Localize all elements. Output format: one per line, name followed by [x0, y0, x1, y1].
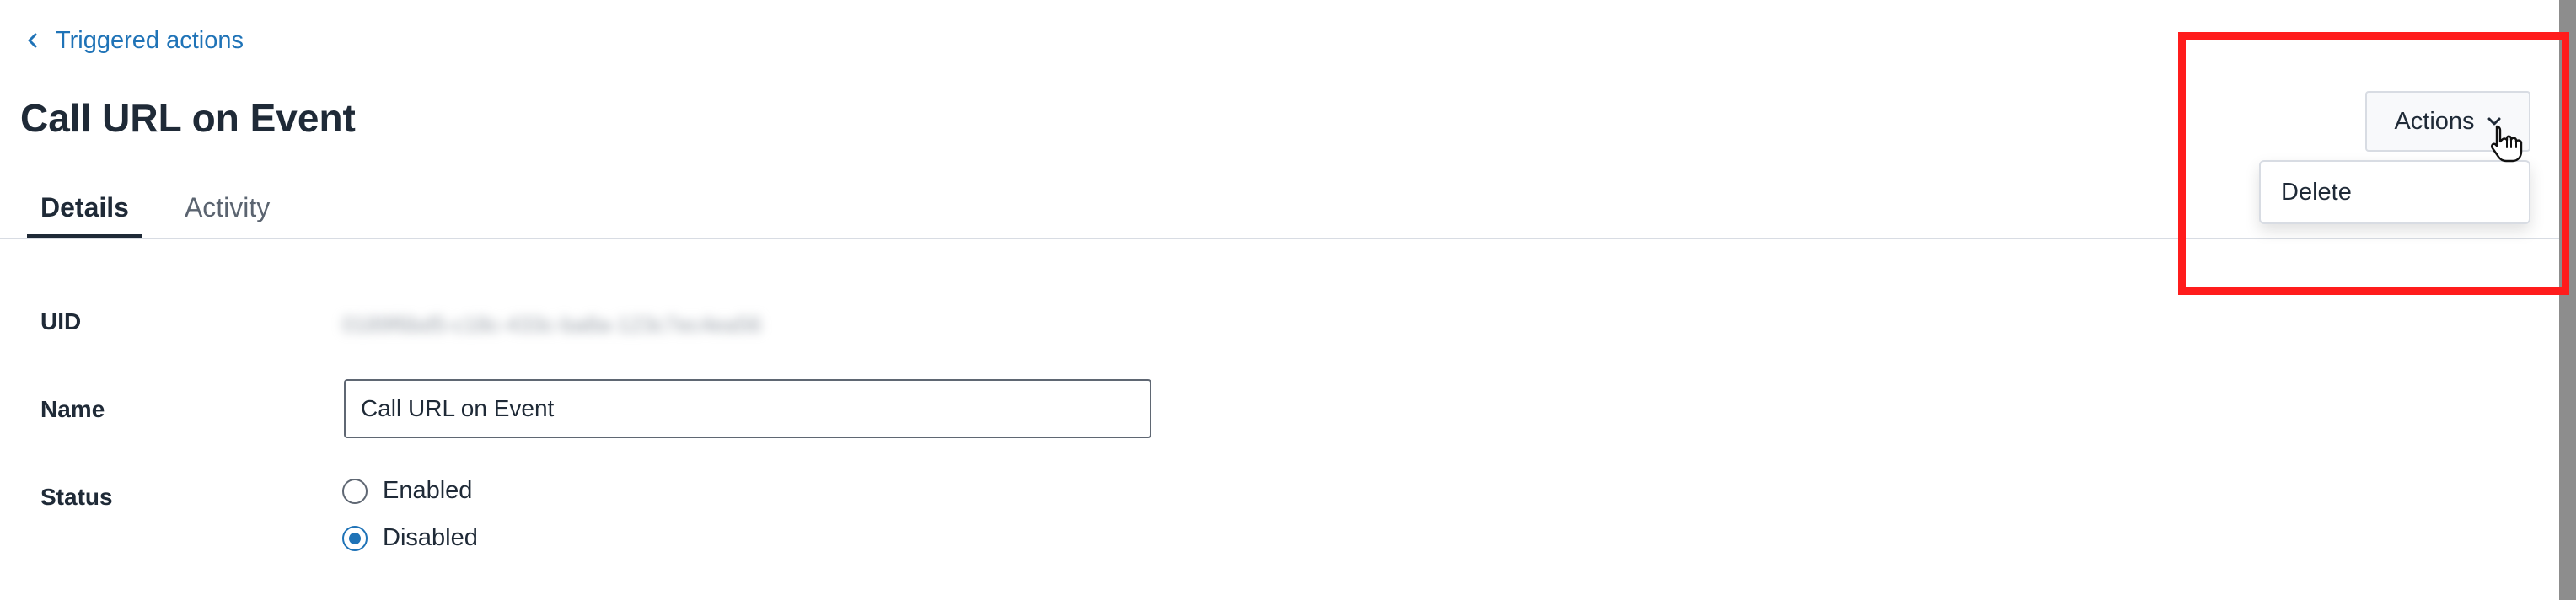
name-input[interactable]: [344, 379, 1151, 438]
tab-details[interactable]: Details: [27, 177, 142, 238]
radio-icon[interactable]: [342, 525, 368, 551]
status-disabled-label: Disabled: [383, 524, 478, 551]
back-link[interactable]: Triggered actions: [25, 24, 244, 57]
tab-divider: [0, 238, 2559, 239]
uid-label: UID: [40, 308, 82, 335]
status-enabled-label: Enabled: [383, 477, 473, 504]
tab-bar: Details Activity: [27, 177, 283, 238]
page-title: Call URL on Event: [20, 96, 356, 140]
status-label: Status: [40, 484, 113, 510]
tab-activity[interactable]: Activity: [171, 177, 283, 238]
name-label: Name: [40, 396, 105, 422]
uid-value: 0189f6bd5-c18c-433c-ba8a-123c7ec4ea56: [342, 312, 762, 337]
chevron-left-icon: [25, 33, 40, 48]
back-link-label: Triggered actions: [56, 26, 244, 54]
radio-icon[interactable]: [342, 478, 368, 504]
pointer-hand-icon: [2487, 123, 2525, 163]
status-option-disabled[interactable]: Disabled: [342, 524, 478, 552]
status-option-enabled[interactable]: Enabled: [342, 477, 472, 505]
